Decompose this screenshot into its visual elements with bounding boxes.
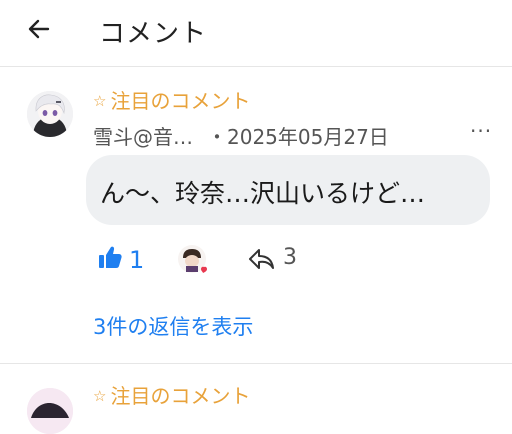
- more-options-button[interactable]: ···: [470, 119, 492, 143]
- show-replies-link[interactable]: 3件の返信を表示: [93, 311, 253, 341]
- avatar-image: [27, 388, 73, 434]
- thumbs-up-icon: [99, 246, 122, 268]
- featured-label: ☆ 注目のコメント: [93, 89, 251, 113]
- app-header: コメント: [0, 0, 512, 67]
- author-name[interactable]: 雪斗@音…: [93, 125, 193, 149]
- reply-count: 3: [283, 245, 297, 270]
- reaction-avatar-icon: [178, 245, 207, 273]
- featured-label: ☆ 注目のコメント: [93, 384, 251, 408]
- like-count: 1: [129, 246, 145, 274]
- star-icon: ☆: [93, 387, 107, 405]
- reaction-button[interactable]: [177, 244, 211, 278]
- star-icon: ☆: [93, 92, 107, 110]
- comment-item: ☆ 注目のコメント: [0, 364, 512, 434]
- avatar[interactable]: [27, 91, 73, 137]
- comment-actions: 1 3: [97, 242, 377, 282]
- avatar-image: [27, 91, 73, 137]
- reply-button[interactable]: 3: [247, 245, 307, 276]
- like-button[interactable]: 1: [97, 242, 157, 278]
- back-button[interactable]: [26, 16, 52, 42]
- reply-icon: [249, 249, 274, 269]
- avatar[interactable]: [27, 388, 73, 434]
- comment-meta: 雪斗@音… ・2025年05月27日: [93, 121, 389, 150]
- comment-text: ん～、玲奈…沢山いるけど…: [100, 179, 426, 208]
- arrow-left-icon: [28, 19, 50, 39]
- page-title: コメント: [99, 19, 208, 49]
- comment-date: ・2025年05月27日: [207, 125, 389, 149]
- comment-item: ☆ 注目のコメント 雪斗@音… ・2025年05月27日 ··· ん～、玲奈…沢山い…: [0, 67, 512, 364]
